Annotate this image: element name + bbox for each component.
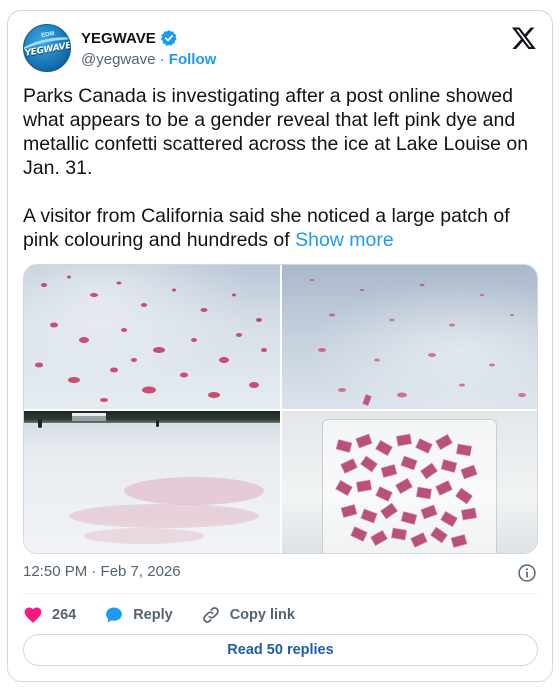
- confetti-piece: [362, 394, 372, 406]
- tweet-body: Parks Canada is investigating after a po…: [23, 85, 529, 251]
- copy-link-label: Copy link: [229, 607, 295, 623]
- x-logo-icon[interactable]: [511, 25, 537, 51]
- divider: [23, 593, 538, 594]
- info-icon[interactable]: [517, 563, 537, 583]
- link-icon: [202, 607, 219, 623]
- like-button[interactable]: 264: [23, 605, 76, 625]
- media-photo-2[interactable]: [282, 265, 537, 409]
- author-handle[interactable]: @yegwave: [81, 51, 155, 68]
- author-handle-row: @yegwave · Follow: [81, 51, 216, 68]
- separator-dot: ·: [159, 51, 165, 68]
- verified-badge-icon: [160, 30, 177, 46]
- confetti-pile: [335, 433, 478, 549]
- follow-button[interactable]: Follow: [169, 51, 217, 68]
- heart-icon: [24, 607, 42, 623]
- action-bar: 264 Reply Copy link: [23, 603, 323, 627]
- media-photo-3[interactable]: [24, 411, 280, 553]
- copy-link-button[interactable]: Copy link: [201, 605, 295, 625]
- tweet-timestamp[interactable]: 12:50 PM · Feb 7, 2026: [23, 563, 181, 580]
- show-more-link[interactable]: Show more: [295, 229, 394, 251]
- author-name-row: YEGWAVE: [81, 29, 178, 47]
- like-count: 264: [52, 607, 77, 623]
- pink-dye-spots-2: [310, 279, 526, 406]
- media-grid: [23, 264, 538, 554]
- read-replies-button[interactable]: Read 50 replies: [23, 634, 538, 666]
- tweet-text: Parks Canada is investigating after a po…: [23, 84, 543, 252]
- reply-label: Reply: [133, 607, 173, 623]
- avatar[interactable]: EDM YEGWAVE: [23, 24, 71, 72]
- pink-patch: [69, 477, 264, 544]
- reply-button[interactable]: Reply: [104, 605, 173, 625]
- media-photo-1[interactable]: [24, 265, 280, 409]
- author-display-name[interactable]: YEGWAVE: [81, 30, 156, 47]
- reply-bubble-icon: [106, 607, 123, 623]
- tweet-card: EDM YEGWAVE YEGWAVE @yegwave · Follow Pa…: [7, 10, 553, 682]
- pink-dye-spots-1: [35, 275, 267, 402]
- media-photo-4[interactable]: [282, 411, 537, 553]
